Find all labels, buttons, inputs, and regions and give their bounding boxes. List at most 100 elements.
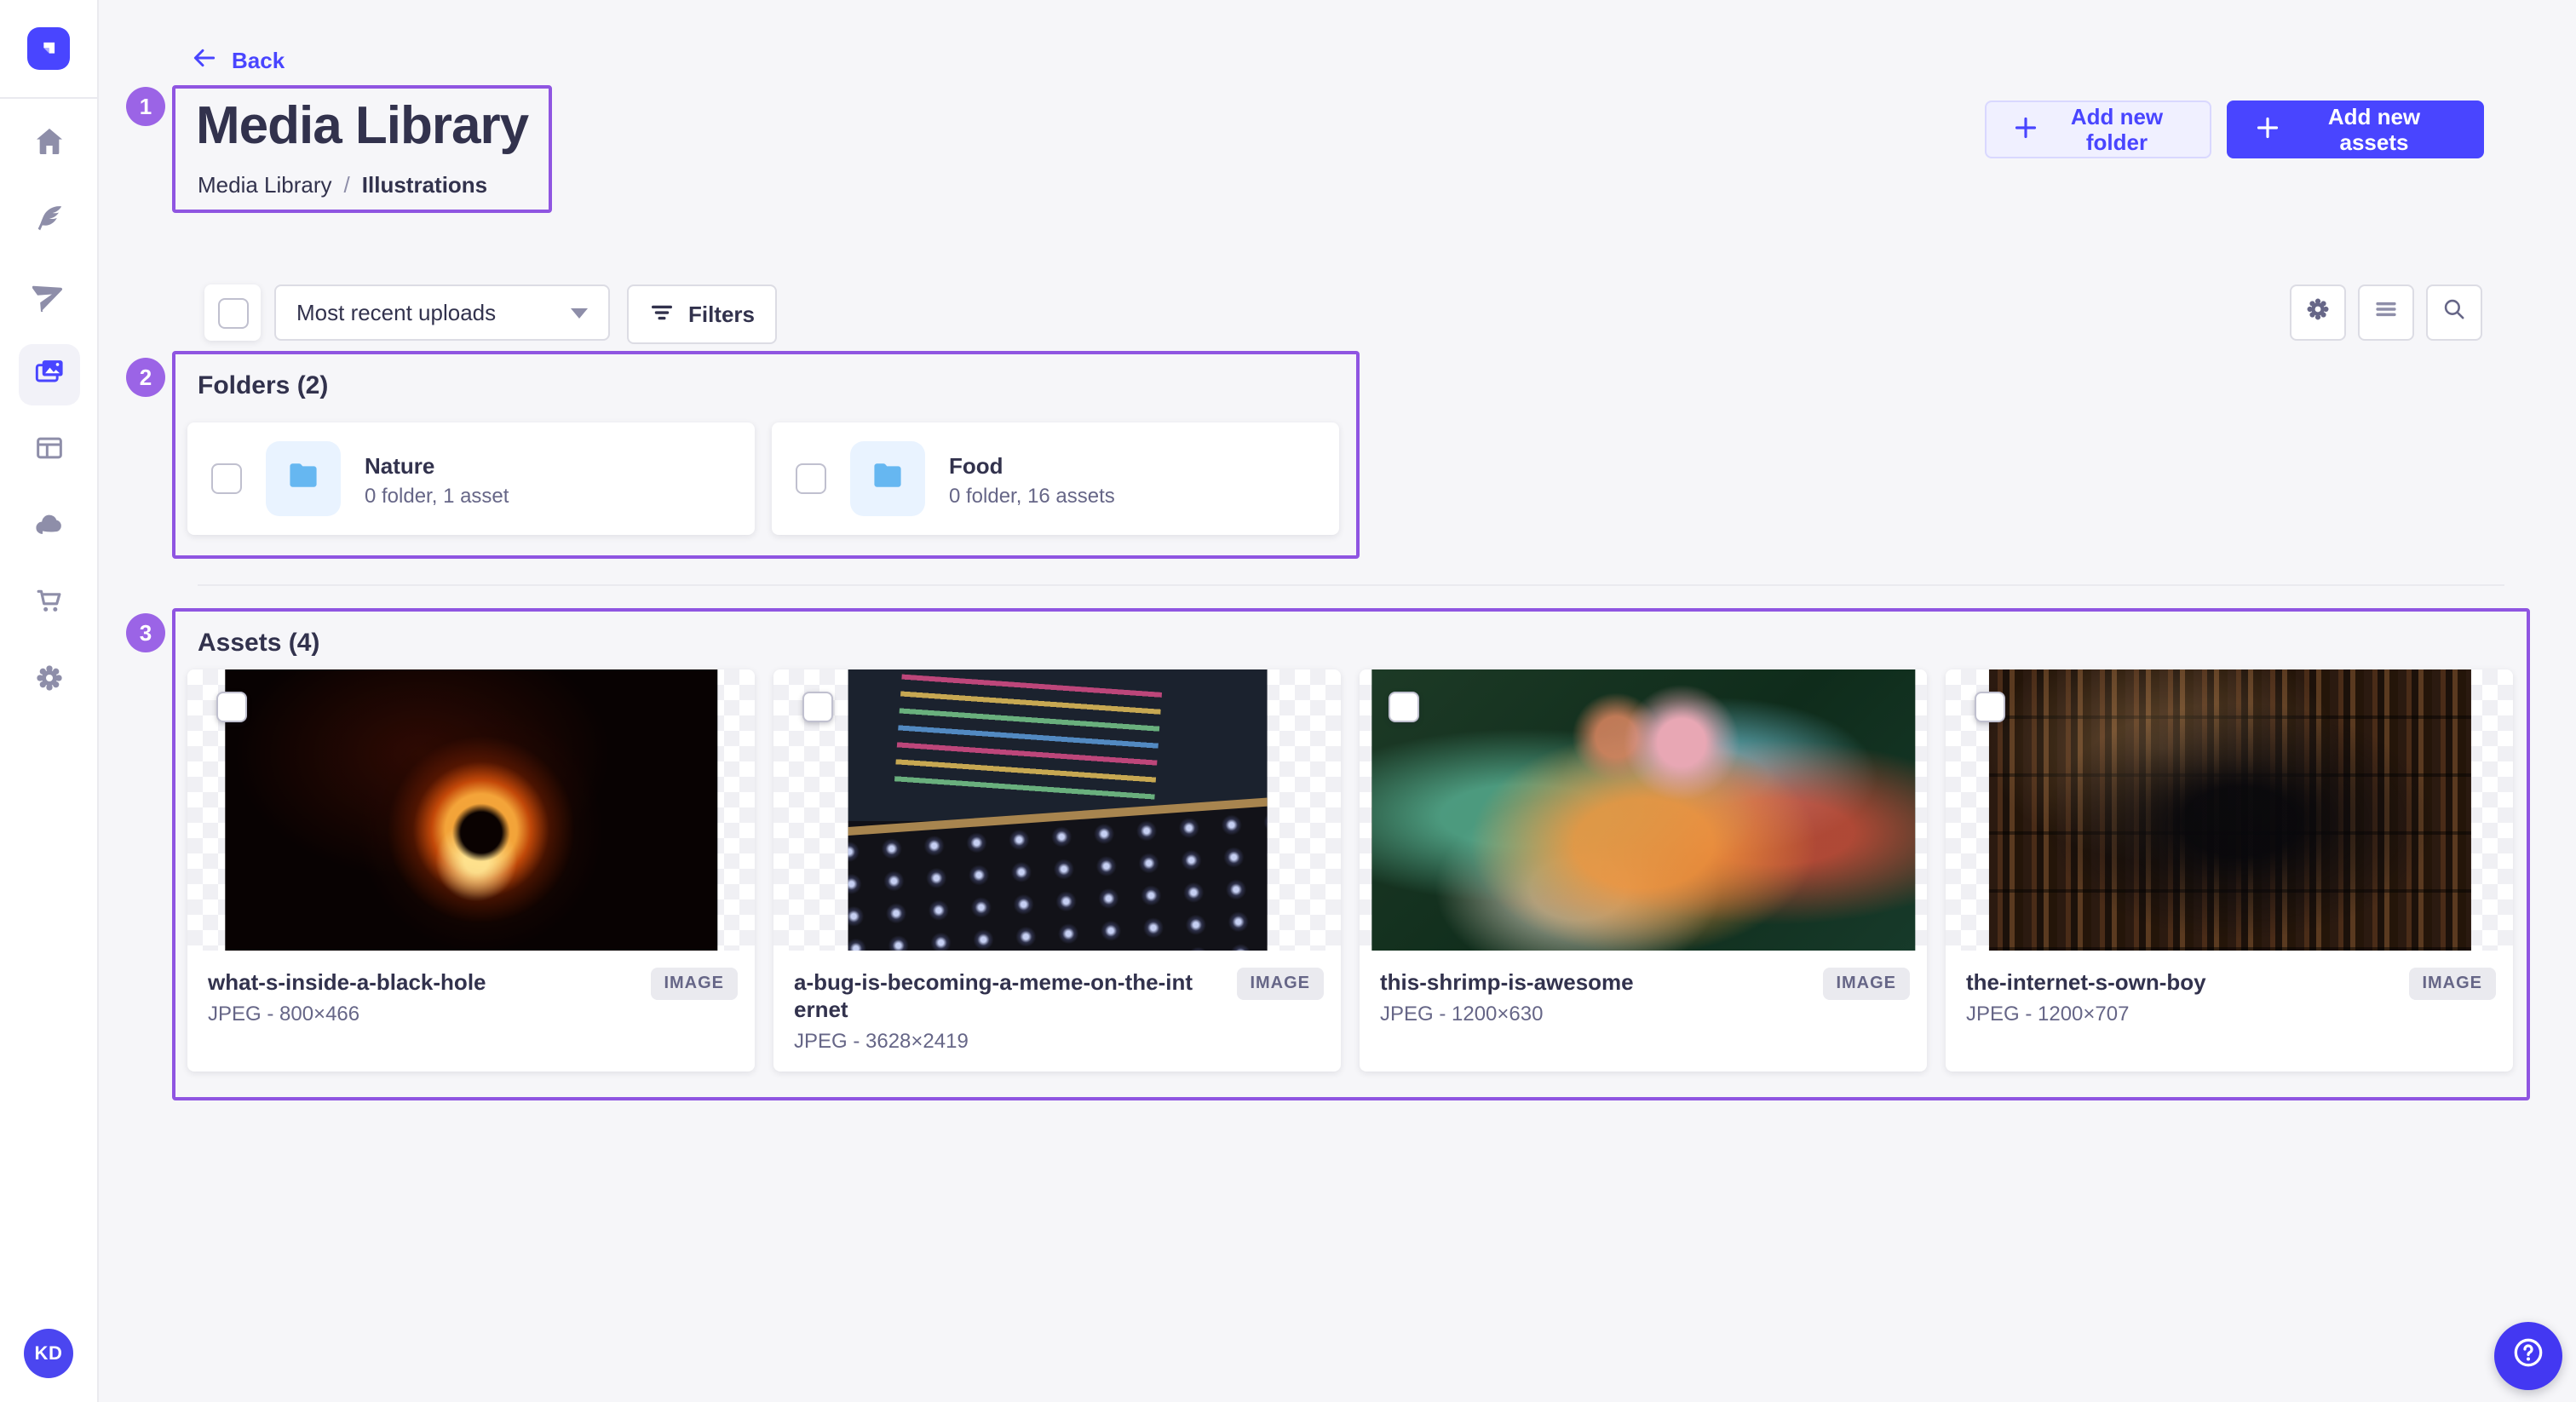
filter-icon <box>649 299 675 330</box>
search-button[interactable] <box>2426 284 2482 341</box>
assets-heading: Assets (4) <box>198 629 319 658</box>
list-icon <box>2372 294 2401 331</box>
home-icon <box>32 124 66 166</box>
folder-meta: 0 folder, 16 assets <box>949 483 1115 507</box>
asset-thumbnail-area <box>773 669 1341 951</box>
sidebar-item-content[interactable] <box>18 191 79 252</box>
folder-icon <box>285 456 322 502</box>
folders-heading: Folders (2) <box>198 371 328 400</box>
asset-card[interactable]: a-bug-is-becoming-a-meme-on-the-internet… <box>773 669 1341 1072</box>
asset-name: this-shrimp-is-awesome <box>1380 969 1789 997</box>
folder-name: Food <box>949 451 1115 480</box>
cloud-icon <box>32 507 66 549</box>
add-new-assets-button[interactable]: Add new assets <box>2227 101 2484 158</box>
folder-tile <box>850 441 925 516</box>
folder-icon <box>869 456 906 502</box>
breadcrumb: Media Library / Illustrations <box>198 172 487 198</box>
asset-footer: what-s-inside-a-black-hole JPEG - 800×46… <box>187 951 755 1026</box>
asset-name: a-bug-is-becoming-a-meme-on-the-internet <box>794 969 1203 1024</box>
asset-image <box>224 669 717 951</box>
breadcrumb-parent[interactable]: Media Library <box>198 172 332 198</box>
asset-image <box>1371 669 1915 951</box>
asset-meta: JPEG - 3628×2419 <box>794 1029 1320 1053</box>
asset-checkbox[interactable] <box>1389 692 1419 722</box>
asset-meta: JPEG - 800×466 <box>208 1002 734 1026</box>
plus-icon <box>2256 115 2280 144</box>
sidebar-item-home[interactable] <box>18 114 79 175</box>
back-link[interactable]: Back <box>191 44 285 77</box>
sort-select-value: Most recent uploads <box>296 300 496 325</box>
folder-tile <box>266 441 341 516</box>
sidebar-item-layout[interactable] <box>18 421 79 482</box>
annotation-badge-1: 1 <box>126 87 165 126</box>
folder-card[interactable]: Nature 0 folder, 1 asset <box>187 422 755 535</box>
logo-container <box>0 0 97 99</box>
folder-meta: 0 folder, 1 asset <box>365 483 509 507</box>
asset-card[interactable]: the-internet-s-own-boy JPEG - 1200×707 I… <box>1946 669 2513 1072</box>
asset-meta: JPEG - 1200×707 <box>1966 1002 2493 1026</box>
folder-checkbox[interactable] <box>211 463 242 494</box>
filters-button[interactable]: Filters <box>627 284 777 344</box>
user-avatar[interactable]: KD <box>24 1329 73 1378</box>
folder-info: Nature 0 folder, 1 asset <box>365 451 509 507</box>
add-new-folder-button[interactable]: Add new folder <box>1985 101 2211 158</box>
gear-icon <box>32 660 66 703</box>
sort-select[interactable]: Most recent uploads <box>274 284 610 341</box>
asset-card[interactable]: what-s-inside-a-black-hole JPEG - 800×46… <box>187 669 755 1072</box>
asset-meta: JPEG - 1200×630 <box>1380 1002 1906 1026</box>
sidebar-item-settings[interactable] <box>18 651 79 712</box>
folder-card[interactable]: Food 0 folder, 16 assets <box>772 422 1339 535</box>
plus-icon <box>2014 115 2038 144</box>
arrow-left-icon <box>191 44 218 77</box>
add-new-assets-label: Add new assets <box>2293 104 2455 155</box>
asset-checkbox[interactable] <box>802 692 833 722</box>
page-title: Media Library <box>196 95 528 157</box>
paper-plane-icon <box>32 277 66 319</box>
annotation-badge-3: 3 <box>126 613 165 652</box>
sidebar-item-cloud[interactable] <box>18 497 79 559</box>
strapi-logo-icon[interactable] <box>27 27 70 70</box>
asset-name: the-internet-s-own-boy <box>1966 969 2375 997</box>
asset-footer: a-bug-is-becoming-a-meme-on-the-internet… <box>773 951 1341 1053</box>
folder-info: Food 0 folder, 16 assets <box>949 451 1115 507</box>
asset-type-badge: IMAGE <box>650 968 738 1000</box>
search-icon <box>2440 294 2469 331</box>
list-view-button[interactable] <box>2358 284 2414 341</box>
annotation-badge-2: 2 <box>126 358 165 397</box>
asset-checkbox[interactable] <box>1975 692 2005 722</box>
section-divider <box>198 584 2504 586</box>
breadcrumb-current: Illustrations <box>362 172 487 198</box>
add-new-folder-label: Add new folder <box>2051 104 2182 155</box>
chevron-down-icon <box>571 307 588 318</box>
folder-checkbox[interactable] <box>796 463 826 494</box>
asset-name: what-s-inside-a-black-hole <box>208 969 617 997</box>
sidebar-item-marketplace[interactable] <box>18 574 79 635</box>
breadcrumb-separator: / <box>344 172 350 198</box>
asset-type-badge: IMAGE <box>1236 968 1324 1000</box>
sidebar-item-media-library[interactable] <box>18 344 79 405</box>
filters-label: Filters <box>688 302 755 327</box>
asset-card[interactable]: this-shrimp-is-awesome JPEG - 1200×630 I… <box>1360 669 1927 1072</box>
asset-checkbox[interactable] <box>216 692 247 722</box>
asset-thumbnail-area <box>1360 669 1927 951</box>
sidebar-item-release[interactable] <box>18 267 79 329</box>
asset-thumbnail-area <box>187 669 755 951</box>
feather-icon <box>32 200 66 243</box>
asset-image <box>848 669 1268 951</box>
back-label: Back <box>232 48 285 73</box>
asset-list: what-s-inside-a-black-hole JPEG - 800×46… <box>187 669 2513 1072</box>
asset-footer: the-internet-s-own-boy JPEG - 1200×707 I… <box>1946 951 2513 1026</box>
select-all-card <box>204 284 261 341</box>
asset-type-badge: IMAGE <box>1822 968 1910 1000</box>
sidebar-nav <box>0 97 97 712</box>
asset-type-badge: IMAGE <box>2408 968 2496 1000</box>
folder-list: Nature 0 folder, 1 asset Food 0 folder, … <box>187 422 1339 535</box>
settings-view-button[interactable] <box>2290 284 2346 341</box>
select-all-checkbox[interactable] <box>217 297 248 328</box>
shopping-cart-icon <box>32 583 66 626</box>
question-mark-icon <box>2510 1333 2547 1379</box>
asset-footer: this-shrimp-is-awesome JPEG - 1200×630 I… <box>1360 951 1927 1026</box>
help-button[interactable] <box>2494 1322 2562 1390</box>
app-root: KD Back 1 Media Library Media Library / … <box>0 0 2576 1402</box>
asset-thumbnail-area <box>1946 669 2513 951</box>
